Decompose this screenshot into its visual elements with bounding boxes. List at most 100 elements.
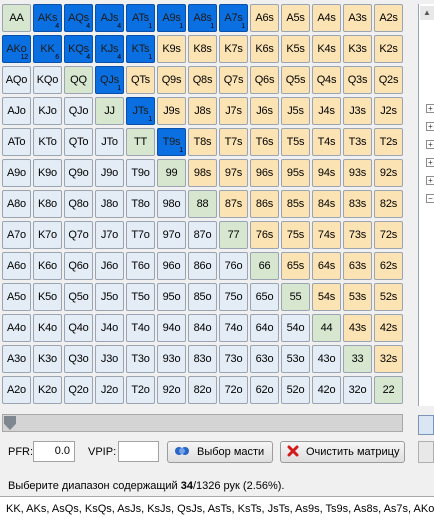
hand-cell[interactable]: AKs 4	[33, 4, 62, 32]
hand-cell[interactable]: 42s	[374, 314, 403, 342]
hand-cell[interactable]: 82o	[188, 376, 217, 404]
hand-cell[interactable]: ATs 1	[126, 4, 155, 32]
side-panel-close-button[interactable]	[418, 441, 434, 463]
hand-cell[interactable]: Q5o	[64, 283, 93, 311]
hand-cell[interactable]: 75o	[219, 283, 248, 311]
range-tree-panel[interactable]: ▲ + + + + + −	[418, 4, 434, 406]
hand-cell[interactable]: 95s	[281, 159, 310, 187]
hand-cell[interactable]: J2s	[374, 97, 403, 125]
hand-cell[interactable]: Q7s	[219, 66, 248, 94]
hand-cell[interactable]: 75s	[281, 221, 310, 249]
hand-cell[interactable]: 64o	[250, 314, 279, 342]
hand-cell[interactable]: T5o	[126, 283, 155, 311]
side-panel-button[interactable]	[418, 415, 434, 435]
expand-icon[interactable]: +	[426, 122, 434, 131]
hand-cell[interactable]: 43o	[312, 345, 341, 373]
hand-cell[interactable]: Q8s	[188, 66, 217, 94]
hand-cell[interactable]: T7o	[126, 221, 155, 249]
hand-cell[interactable]: T7s	[219, 128, 248, 156]
hand-cell[interactable]: Q3o	[64, 345, 93, 373]
hand-cell[interactable]: KTs 1	[126, 35, 155, 63]
hand-cell[interactable]: 83s	[343, 190, 372, 218]
hand-cell[interactable]: AQo	[2, 66, 31, 94]
hand-cell[interactable]: J8o	[95, 190, 124, 218]
hand-cell[interactable]: Q6o	[64, 252, 93, 280]
hand-cell[interactable]: 55	[281, 283, 310, 311]
hand-cell[interactable]: 53o	[281, 345, 310, 373]
hand-cell[interactable]: K4o	[33, 314, 62, 342]
hand-cell[interactable]: K7s	[219, 35, 248, 63]
hand-cell[interactable]: 32s	[374, 345, 403, 373]
hand-cell[interactable]: J6o	[95, 252, 124, 280]
hand-cell[interactable]: T2o	[126, 376, 155, 404]
hand-cell[interactable]: KQs 4	[64, 35, 93, 63]
hand-cell[interactable]: K2o	[33, 376, 62, 404]
hand-cell[interactable]: T8o	[126, 190, 155, 218]
hand-cell[interactable]: 22	[374, 376, 403, 404]
hand-cell[interactable]: K5o	[33, 283, 62, 311]
hand-cell[interactable]: A6o	[2, 252, 31, 280]
hand-cell[interactable]: 44	[312, 314, 341, 342]
hand-cell[interactable]: 42o	[312, 376, 341, 404]
hand-cell[interactable]: 95o	[157, 283, 186, 311]
hand-cell[interactable]: 96s	[250, 159, 279, 187]
hand-cell[interactable]: AA	[2, 4, 31, 32]
hand-cell[interactable]: 52s	[374, 283, 403, 311]
hand-cell[interactable]: 98o	[157, 190, 186, 218]
hand-cell[interactable]: J7s	[219, 97, 248, 125]
hand-cell[interactable]: AJs 4	[95, 4, 124, 32]
hand-cell[interactable]: QTo	[64, 128, 93, 156]
hand-cell[interactable]: J5s	[281, 97, 310, 125]
hand-cell[interactable]: 52o	[281, 376, 310, 404]
hand-cell[interactable]: 93o	[157, 345, 186, 373]
hand-cell[interactable]: 86s	[250, 190, 279, 218]
hand-cell[interactable]: A8o	[2, 190, 31, 218]
hand-cell[interactable]: 74o	[219, 314, 248, 342]
expand-icon[interactable]: +	[426, 140, 434, 149]
hand-cell[interactable]: Q3s	[343, 66, 372, 94]
hand-cell[interactable]: QJo	[64, 97, 93, 125]
hand-cell[interactable]: A2o	[2, 376, 31, 404]
hand-cell[interactable]: J4s	[312, 97, 341, 125]
hand-cell[interactable]: K8s	[188, 35, 217, 63]
hand-cell[interactable]: J7o	[95, 221, 124, 249]
hand-cell[interactable]: J3o	[95, 345, 124, 373]
hand-cell[interactable]: A4o	[2, 314, 31, 342]
hand-cell[interactable]: JJ	[95, 97, 124, 125]
hand-cell[interactable]: K3s	[343, 35, 372, 63]
hand-cell[interactable]: 87o	[188, 221, 217, 249]
hand-cell[interactable]: 63s	[343, 252, 372, 280]
hand-cell[interactable]: Q7o	[64, 221, 93, 249]
hand-cell[interactable]: A7o	[2, 221, 31, 249]
hand-cell[interactable]: 62s	[374, 252, 403, 280]
hand-cell[interactable]: 53s	[343, 283, 372, 311]
hand-cell[interactable]: 99	[157, 159, 186, 187]
scroll-up-icon[interactable]: ▲	[420, 6, 434, 20]
hand-cell[interactable]: A2s	[374, 4, 403, 32]
hand-cell[interactable]: AQs 4	[64, 4, 93, 32]
hand-cell[interactable]: 84o	[188, 314, 217, 342]
slider-thumb-icon[interactable]	[4, 416, 16, 430]
hand-cell[interactable]: 85s	[281, 190, 310, 218]
hand-cell[interactable]: K7o	[33, 221, 62, 249]
suit-select-button[interactable]: Выбор масти	[167, 441, 273, 463]
hand-cell[interactable]: KK 6	[33, 35, 62, 63]
hand-cell[interactable]: KTo	[33, 128, 62, 156]
hand-cell[interactable]: K8o	[33, 190, 62, 218]
hand-cell[interactable]: QJs 1	[95, 66, 124, 94]
expand-icon[interactable]: +	[426, 176, 434, 185]
hand-cell[interactable]: A7s 1	[219, 4, 248, 32]
hand-cell[interactable]: T8s	[188, 128, 217, 156]
hand-cell[interactable]: 76s	[250, 221, 279, 249]
hand-cell[interactable]: JTo	[95, 128, 124, 156]
hand-cell[interactable]: ATo	[2, 128, 31, 156]
hand-cell[interactable]: K3o	[33, 345, 62, 373]
hand-cell[interactable]: 66	[250, 252, 279, 280]
hand-cell[interactable]: T5s	[281, 128, 310, 156]
hand-cell[interactable]: 85o	[188, 283, 217, 311]
hand-cell[interactable]: J4o	[95, 314, 124, 342]
hand-cell[interactable]: 43s	[343, 314, 372, 342]
expand-icon[interactable]: +	[426, 104, 434, 113]
hand-cell[interactable]: 97o	[157, 221, 186, 249]
hand-cell[interactable]: 73o	[219, 345, 248, 373]
